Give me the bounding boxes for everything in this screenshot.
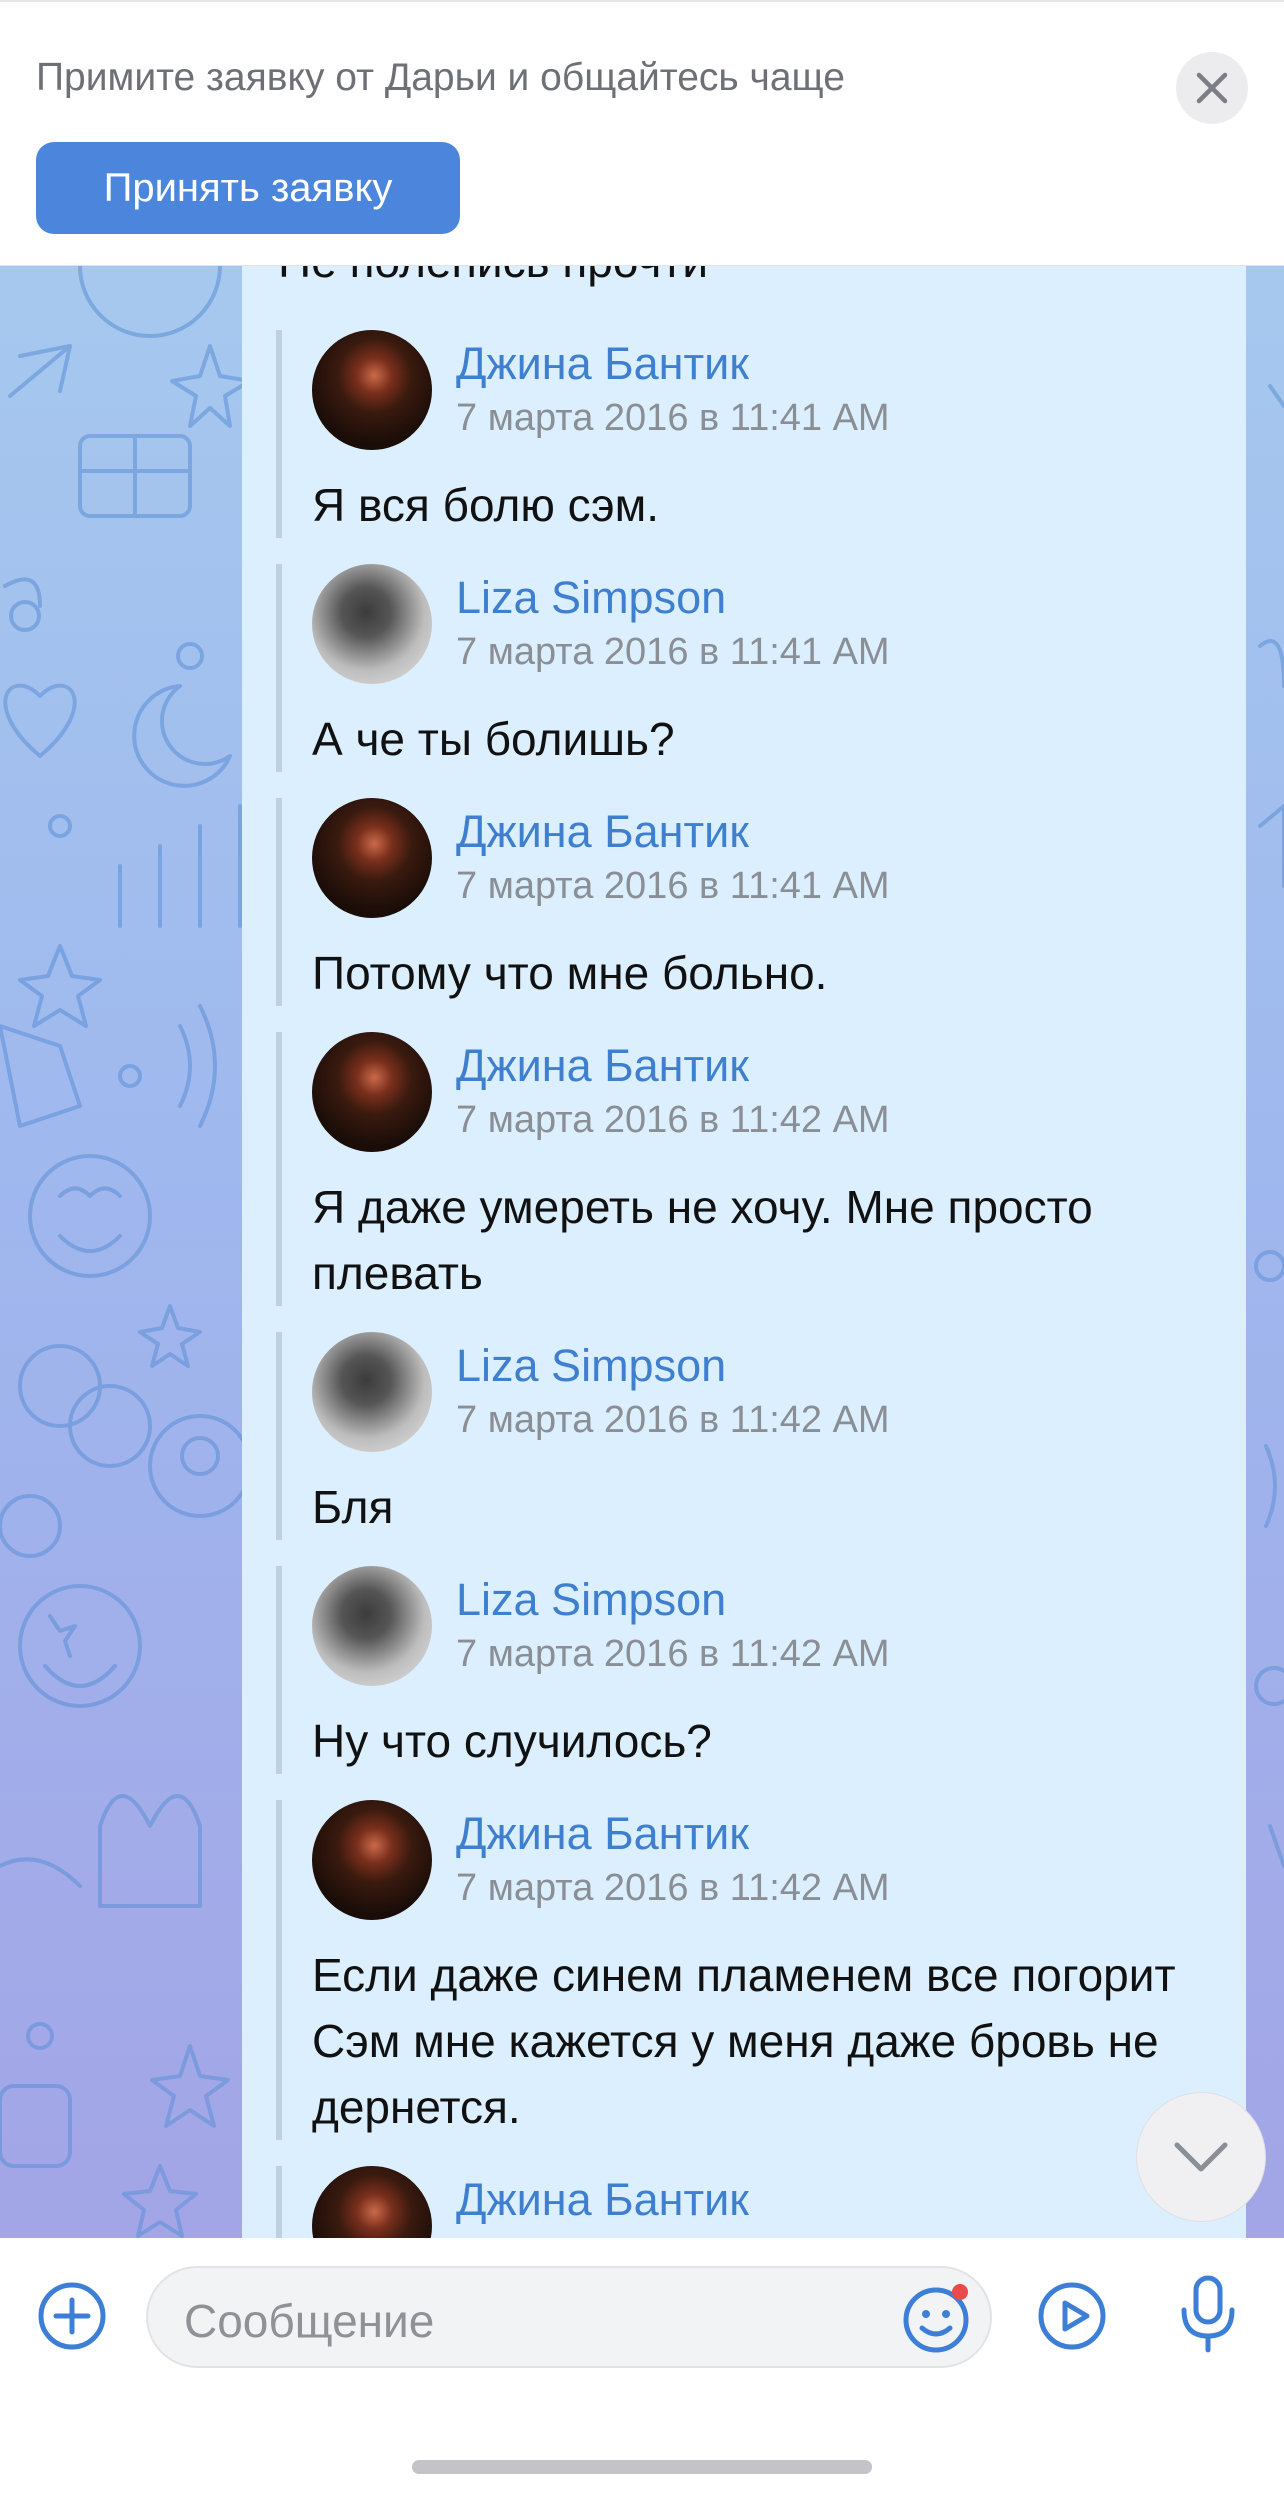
forwarded-message: Liza Simpson 7 марта 2016 в 11:42 AM Бля bbox=[276, 1332, 1212, 1540]
microphone-icon bbox=[1181, 2275, 1235, 2353]
banner-text: Примите заявку от Дарьи и общайтесь чаще bbox=[36, 56, 845, 99]
message-time: 7 марта 2016 в 11:42 AM bbox=[456, 1633, 890, 1675]
chevron-down-icon bbox=[1174, 2142, 1228, 2172]
sticker-button[interactable] bbox=[900, 2282, 972, 2354]
message-composer: Сообщение bbox=[0, 2238, 1284, 2494]
author-name[interactable]: Liza Simpson bbox=[456, 1574, 890, 1626]
forwarded-message: Джина Бантик 7 марта 2016 в 11:42 AM Есл… bbox=[276, 1800, 1212, 2140]
author-name[interactable]: Liza Simpson bbox=[456, 572, 890, 624]
lips-avatar[interactable] bbox=[312, 1800, 432, 1920]
forwarded-message: Джина Бантик 7 марта 2016 в 11:41 AM Пот… bbox=[276, 798, 1212, 1006]
author-name[interactable]: Liza Simpson bbox=[456, 1340, 890, 1392]
message-text: Если даже синем пламенем все погорит Сэм… bbox=[312, 1949, 1176, 2133]
forwarded-message: Джина Бантик bbox=[276, 2166, 1212, 2238]
scroll-down-button[interactable] bbox=[1136, 2092, 1266, 2222]
message-text: Я даже умереть не хочу. Мне просто плева… bbox=[312, 1181, 1093, 1299]
message-time: 7 марта 2016 в 11:42 AM bbox=[456, 1099, 890, 1141]
forwarded-message: Джина Бантик 7 марта 2016 в 11:41 AM Я в… bbox=[276, 330, 1212, 538]
accept-request-button[interactable]: Принять заявку bbox=[36, 142, 460, 234]
message-placeholder: Сообщение bbox=[184, 2295, 435, 2347]
play-circle-icon bbox=[1038, 2282, 1106, 2350]
message-text: Я вся болю сэм. bbox=[312, 479, 660, 531]
message-text: А че ты болишь? bbox=[312, 713, 675, 765]
lips-avatar[interactable] bbox=[312, 2166, 432, 2238]
forwarded-message: Liza Simpson 7 марта 2016 в 11:42 AM Ну … bbox=[276, 1566, 1212, 1774]
plus-circle-icon bbox=[38, 2282, 106, 2350]
author-name[interactable]: Джина Бантик bbox=[456, 1808, 890, 1860]
lips-avatar[interactable] bbox=[312, 330, 432, 450]
message-text: Ну что случилось? bbox=[312, 1715, 712, 1767]
message-text: Бля bbox=[312, 1481, 394, 1533]
smile-icon bbox=[903, 2284, 969, 2353]
girl-avatar[interactable] bbox=[312, 1566, 432, 1686]
message-time: 7 марта 2016 в 11:41 AM bbox=[456, 397, 890, 439]
author-name[interactable]: Джина Бантик bbox=[456, 806, 890, 858]
close-banner-button[interactable] bbox=[1176, 52, 1248, 124]
author-name[interactable]: Джина Бантик bbox=[456, 338, 890, 390]
message-time: 7 марта 2016 в 11:42 AM bbox=[456, 1399, 890, 1441]
message-time: 7 марта 2016 в 11:41 AM bbox=[456, 631, 890, 673]
message-text: Потому что мне больно. bbox=[312, 947, 828, 999]
message-text: Не поленись прочти bbox=[278, 266, 708, 288]
message-time: 7 марта 2016 в 11:41 AM bbox=[456, 865, 890, 907]
author-name[interactable]: Джина Бантик bbox=[456, 1040, 890, 1092]
lips-avatar[interactable] bbox=[312, 798, 432, 918]
friend-request-banner: Примите заявку от Дарьи и общайтесь чаще… bbox=[0, 0, 1284, 266]
forwarded-message: Liza Simpson 7 марта 2016 в 11:41 AM А ч… bbox=[276, 564, 1212, 772]
message-time: 7 марта 2016 в 11:42 AM bbox=[456, 1867, 890, 1909]
forwarded-messages-bubble[interactable]: Не поленись прочти Джина Бантик 7 марта … bbox=[242, 266, 1246, 2238]
author-name[interactable]: Джина Бантик bbox=[456, 2174, 749, 2226]
voice-message-button[interactable] bbox=[1172, 2274, 1244, 2354]
girl-avatar[interactable] bbox=[312, 564, 432, 684]
home-indicator bbox=[412, 2460, 872, 2474]
forwarded-message: Джина Бантик 7 марта 2016 в 11:42 AM Я д… bbox=[276, 1032, 1212, 1306]
attach-button[interactable] bbox=[36, 2280, 108, 2352]
video-message-button[interactable] bbox=[1036, 2280, 1108, 2352]
lips-avatar[interactable] bbox=[312, 1032, 432, 1152]
girl-avatar[interactable] bbox=[312, 1332, 432, 1452]
message-input[interactable]: Сообщение bbox=[146, 2266, 992, 2368]
close-icon bbox=[1196, 72, 1228, 104]
